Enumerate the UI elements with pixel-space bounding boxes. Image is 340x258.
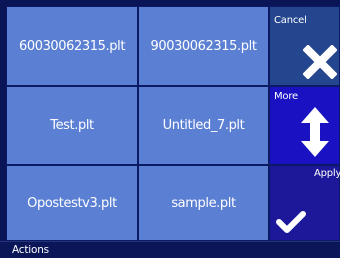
actions-bar: Actions bbox=[0, 241, 340, 258]
close-icon bbox=[303, 45, 337, 79]
file-name: Test.plt bbox=[50, 118, 94, 133]
more-label: More bbox=[274, 91, 298, 102]
file-name: 90030062315.plt bbox=[150, 38, 257, 54]
up-down-arrow-icon bbox=[301, 107, 329, 157]
file-tile[interactable]: Test.plt bbox=[6, 86, 138, 165]
file-name: Untitled_7.plt bbox=[162, 118, 245, 133]
actions-label: Actions bbox=[12, 244, 49, 256]
more-button[interactable]: More bbox=[269, 86, 340, 165]
apply-button[interactable]: Apply bbox=[269, 165, 340, 241]
file-tile[interactable]: Opostestv3.plt bbox=[6, 165, 138, 241]
file-tile[interactable]: sample.plt bbox=[138, 165, 269, 241]
file-tile[interactable]: 60030062315.plt bbox=[6, 6, 138, 86]
file-name: sample.plt bbox=[171, 195, 236, 211]
apply-label: Apply bbox=[314, 168, 340, 179]
file-name: 60030062315.plt bbox=[18, 38, 126, 54]
file-name: Opostestv3.plt bbox=[27, 195, 117, 211]
cancel-label: Cancel bbox=[274, 15, 307, 26]
file-tile[interactable]: 90030062315.plt bbox=[138, 6, 269, 86]
cancel-button[interactable]: Cancel bbox=[269, 6, 340, 86]
file-tile[interactable]: Untitled_7.plt bbox=[138, 86, 269, 165]
checkmark-icon bbox=[276, 211, 306, 233]
file-picker-screen: 60030062315.plt 90030062315.plt Test.plt… bbox=[0, 0, 340, 258]
